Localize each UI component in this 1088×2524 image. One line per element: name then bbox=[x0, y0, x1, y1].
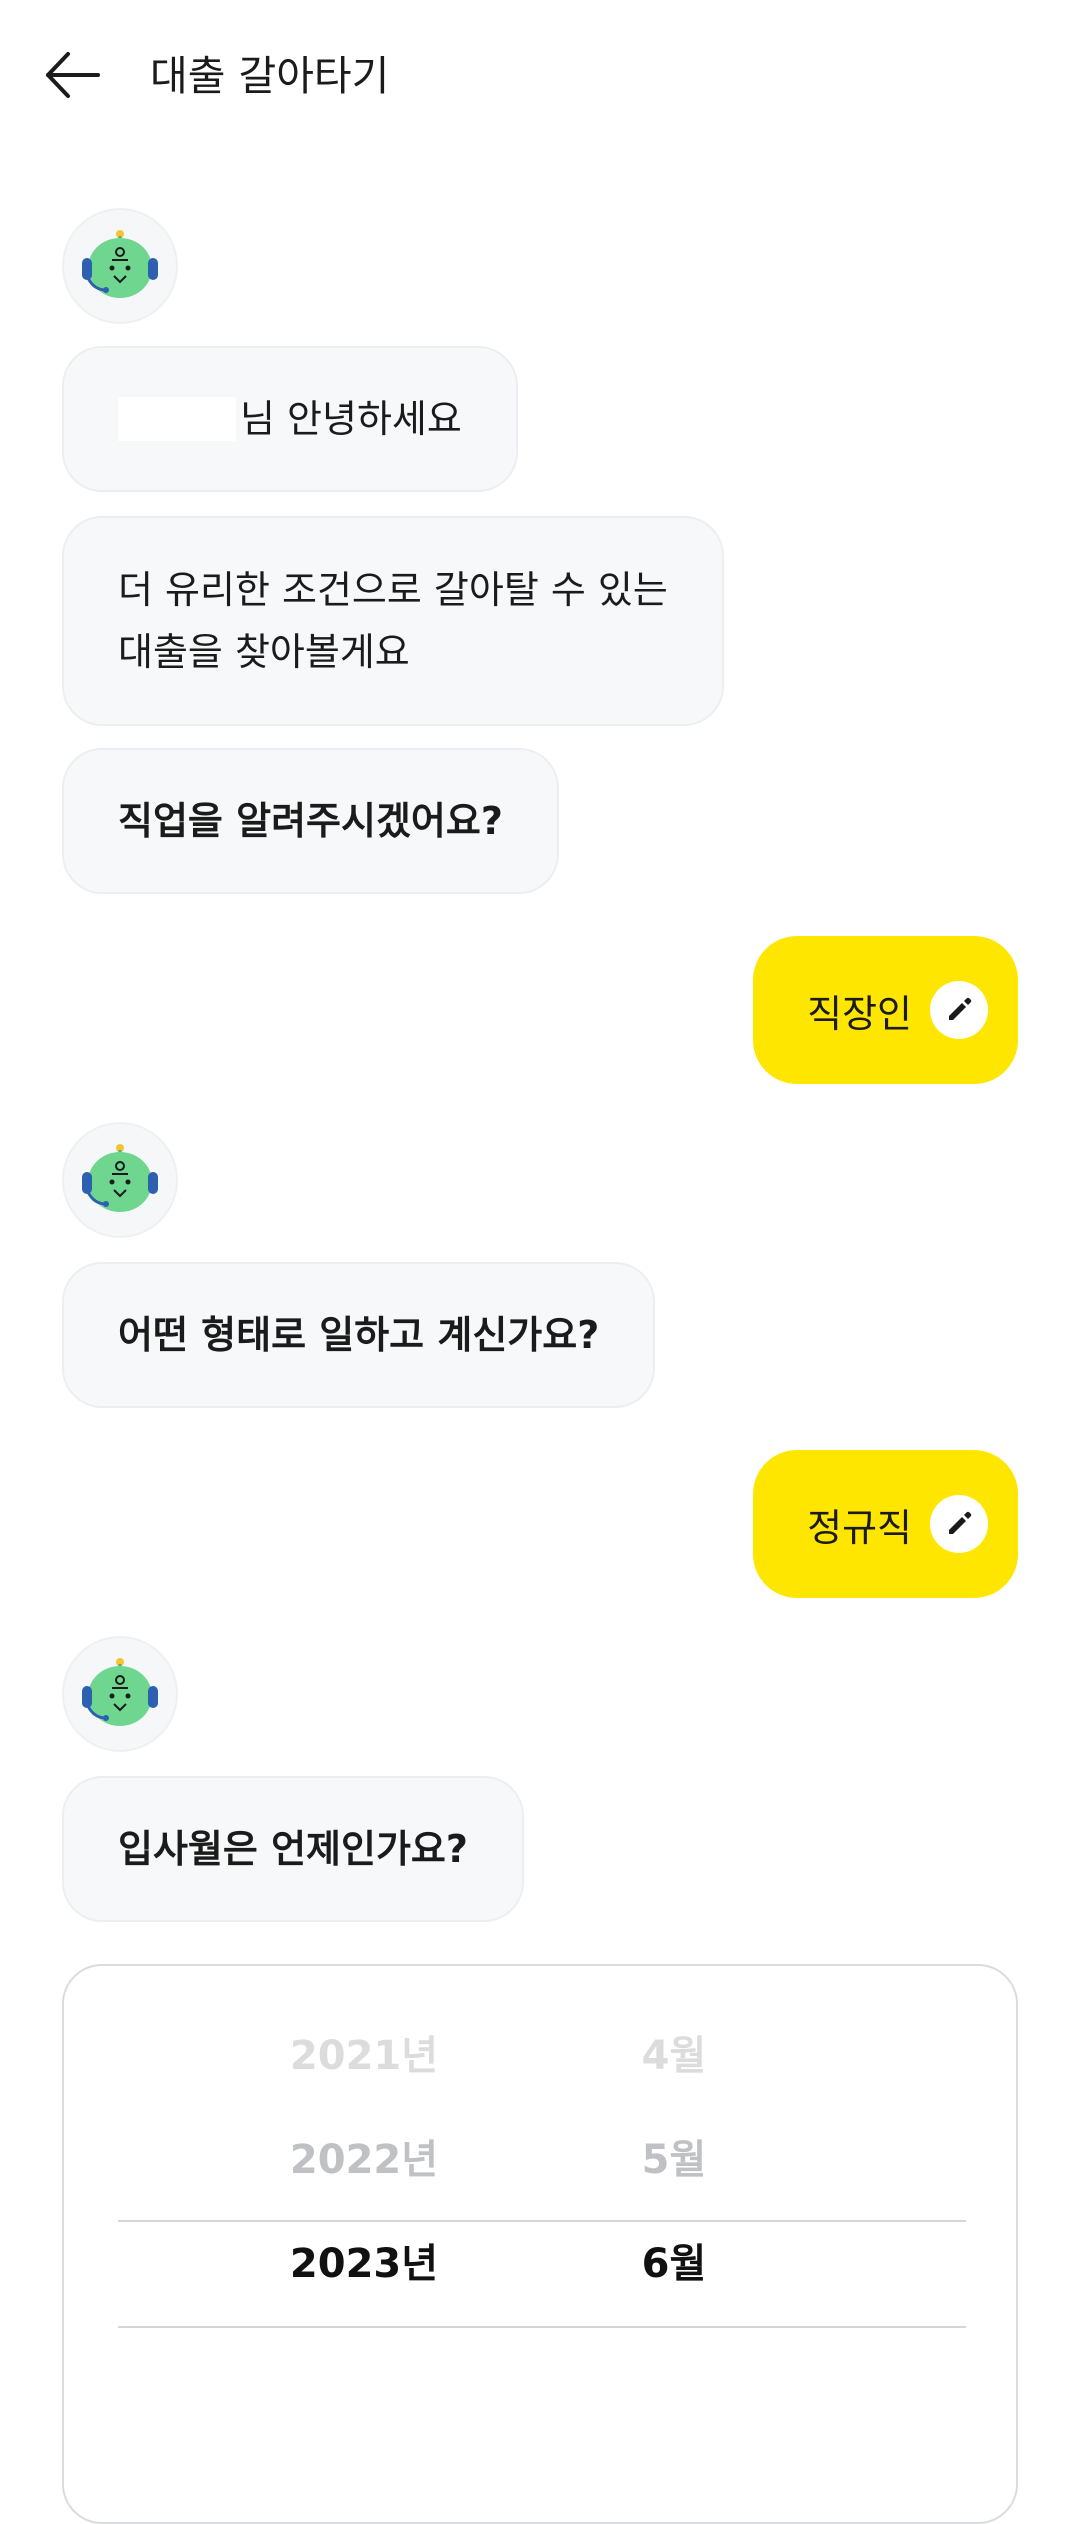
reply-work-type-label: 정규직 bbox=[807, 1505, 912, 1550]
page-title: 대출 갈아타기 bbox=[150, 52, 390, 100]
bot-message-work-type-question: 어떤 형태로 일하고 계신가요? bbox=[62, 1262, 656, 1408]
pencil-icon bbox=[949, 997, 972, 1020]
robot-avatar-icon bbox=[82, 1144, 158, 1212]
back-button[interactable] bbox=[40, 40, 110, 110]
bot-message-intro: 더 유리한 조건으로 갈아탈 수 있는 대출을 찾아볼게요 bbox=[62, 516, 724, 726]
picker-month-selected[interactable]: 6월 bbox=[574, 2234, 774, 2294]
robot-avatar-icon bbox=[82, 1658, 158, 1726]
bot-message-job-question: 직업을 알려주시겠어요? bbox=[62, 748, 559, 894]
bot-avatar bbox=[62, 1636, 178, 1752]
reply-job-label: 직장인 bbox=[807, 991, 912, 1036]
edit-work-type-button[interactable] bbox=[930, 1495, 988, 1553]
picker-year-option[interactable]: 2021년 bbox=[214, 2026, 514, 2086]
bot-avatar bbox=[62, 1122, 178, 1238]
app-header: 대출 갈아타기 bbox=[0, 0, 1088, 150]
bot-message-join-date-question: 입사월은 언제인가요? bbox=[62, 1776, 524, 1922]
redacted-user-name bbox=[118, 397, 236, 441]
picker-year-selected[interactable]: 2023년 bbox=[214, 2234, 514, 2294]
picker-selection-bottom-line bbox=[118, 2326, 966, 2328]
picker-selection-top-line bbox=[118, 2220, 966, 2222]
work-type-question-text: 어떤 형태로 일하고 계신가요? bbox=[118, 1313, 600, 1357]
picker-month-option[interactable]: 5월 bbox=[574, 2130, 774, 2190]
bot-message-greeting: 님 안녕하세요 bbox=[62, 346, 518, 492]
bot-avatar bbox=[62, 208, 178, 324]
join-date-question-text: 입사월은 언제인가요? bbox=[118, 1827, 468, 1871]
intro-line-1: 더 유리한 조건으로 갈아탈 수 있는 bbox=[118, 568, 668, 612]
greeting-text: 님 안녕하세요 bbox=[240, 397, 462, 441]
intro-line-2: 대출을 찾아볼게요 bbox=[118, 630, 410, 674]
user-reply-work-type[interactable]: 정규직 bbox=[753, 1450, 1018, 1598]
user-reply-job[interactable]: 직장인 bbox=[753, 936, 1018, 1084]
picker-year-option[interactable]: 2022년 bbox=[214, 2130, 514, 2190]
date-picker[interactable]: 2021년 4월 2022년 5월 2023년 6월 bbox=[62, 1964, 1018, 2524]
pencil-icon bbox=[949, 1511, 972, 1534]
robot-avatar-icon bbox=[82, 230, 158, 298]
arrow-left-icon bbox=[46, 52, 100, 98]
edit-job-button[interactable] bbox=[930, 981, 988, 1039]
job-question-text: 직업을 알려주시겠어요? bbox=[118, 799, 503, 843]
picker-month-option[interactable]: 4월 bbox=[574, 2026, 774, 2086]
